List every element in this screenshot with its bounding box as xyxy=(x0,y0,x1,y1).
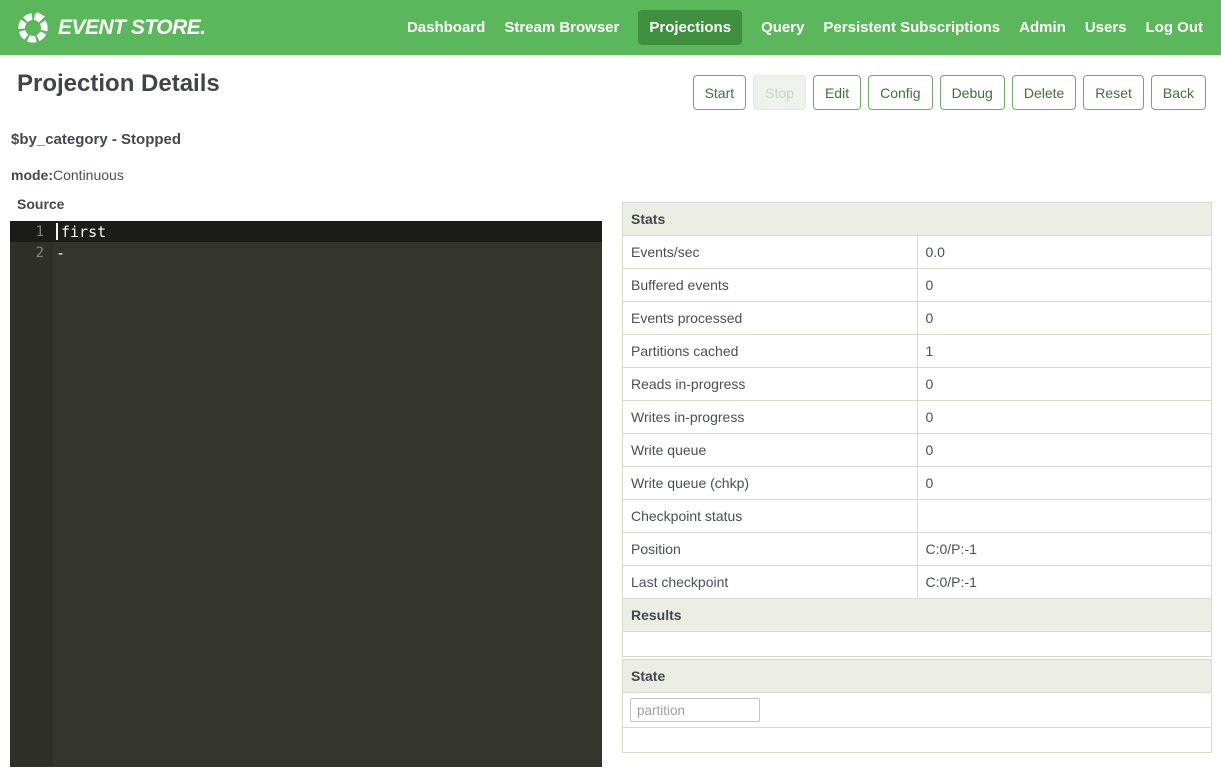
mode-label: mode: xyxy=(11,167,53,183)
stat-label: Position xyxy=(623,533,918,566)
nav-item-admin[interactable]: Admin xyxy=(1019,10,1066,45)
stat-value: 0 xyxy=(917,368,1212,401)
back-button[interactable]: Back xyxy=(1151,75,1206,110)
stat-value: 0 xyxy=(917,302,1212,335)
delete-button[interactable]: Delete xyxy=(1012,75,1076,110)
stats-table: Stats Events/sec 0.0 Buffered events 0 E… xyxy=(622,202,1212,657)
stat-value: 0 xyxy=(917,269,1212,302)
stat-value: 0.0 xyxy=(917,236,1212,269)
stat-value: 0 xyxy=(917,467,1212,500)
page-title: Projection Details xyxy=(17,70,220,98)
code-text: first xyxy=(58,223,106,241)
stat-value: C:0/P:-1 xyxy=(917,533,1212,566)
stat-value: 0 xyxy=(917,434,1212,467)
source-label: Source xyxy=(17,196,602,212)
mode-value: Continuous xyxy=(53,167,124,183)
stat-value xyxy=(917,500,1212,533)
logo-text: EVENT STORE. xyxy=(58,16,206,40)
table-row: Write queue 0 xyxy=(623,434,1212,467)
stat-label: Partitions cached xyxy=(623,335,918,368)
table-row: Events processed 0 xyxy=(623,302,1212,335)
line-number: 1 xyxy=(10,224,53,240)
editor-line: 1 first xyxy=(10,221,602,242)
edit-button[interactable]: Edit xyxy=(813,75,861,110)
stat-value: C:0/P:-1 xyxy=(917,566,1212,599)
main-nav: Dashboard Stream Browser Projections Que… xyxy=(407,10,1203,45)
top-nav-bar: EVENT STORE. Dashboard Stream Browser Pr… xyxy=(0,0,1221,55)
main-columns: Source 1 first 2 - Stats Events/sec xyxy=(10,196,1221,767)
stat-label: Checkpoint status xyxy=(623,500,918,533)
nav-item-log-out[interactable]: Log Out xyxy=(1146,10,1203,45)
start-button[interactable]: Start xyxy=(693,75,747,110)
debug-button[interactable]: Debug xyxy=(940,75,1005,110)
results-header: Results xyxy=(623,599,1212,632)
editor-line: 2 - xyxy=(10,242,602,263)
partition-input[interactable] xyxy=(630,698,760,722)
table-row: Reads in-progress 0 xyxy=(623,368,1212,401)
nav-item-query[interactable]: Query xyxy=(761,10,804,45)
stat-label: Reads in-progress xyxy=(623,368,918,401)
stat-label: Last checkpoint xyxy=(623,566,918,599)
nav-item-dashboard[interactable]: Dashboard xyxy=(407,10,485,45)
table-row: Writes in-progress 0 xyxy=(623,401,1212,434)
stat-label: Writes in-progress xyxy=(623,401,918,434)
event-store-logo: EVENT STORE. xyxy=(16,11,206,45)
nav-item-persistent-subscriptions[interactable]: Persistent Subscriptions xyxy=(823,10,1000,45)
state-input-row xyxy=(623,693,1212,728)
event-store-ring-arrow-icon xyxy=(16,11,50,45)
source-section: Source 1 first 2 - xyxy=(10,196,602,767)
table-row: Buffered events 0 xyxy=(623,269,1212,302)
stats-header: Stats xyxy=(623,203,1212,236)
table-row: Checkpoint status xyxy=(623,500,1212,533)
table-row: Partitions cached 1 xyxy=(623,335,1212,368)
table-row: Events/sec 0.0 xyxy=(623,236,1212,269)
table-row: Position C:0/P:-1 xyxy=(623,533,1212,566)
table-row: Last checkpoint C:0/P:-1 xyxy=(623,566,1212,599)
nav-item-stream-browser[interactable]: Stream Browser xyxy=(504,10,619,45)
reset-button[interactable]: Reset xyxy=(1083,75,1144,110)
title-row: Projection Details Start Stop Edit Confi… xyxy=(0,55,1221,110)
projection-toolbar: Start Stop Edit Config Debug Delete Rese… xyxy=(693,75,1206,110)
nav-item-projections[interactable]: Projections xyxy=(638,10,742,45)
stat-label: Events/sec xyxy=(623,236,918,269)
code-text: - xyxy=(53,244,65,262)
table-row: Write queue (chkp) 0 xyxy=(623,467,1212,500)
stat-label: Events processed xyxy=(623,302,918,335)
nav-item-users[interactable]: Users xyxy=(1085,10,1127,45)
stop-button[interactable]: Stop xyxy=(753,75,806,110)
state-header: State xyxy=(623,660,1212,693)
stat-label: Buffered events xyxy=(623,269,918,302)
code-editor[interactable]: 1 first 2 - xyxy=(10,221,602,767)
state-empty-row xyxy=(623,728,1212,753)
config-button[interactable]: Config xyxy=(868,75,932,110)
page-content: Projection Details Start Stop Edit Confi… xyxy=(0,55,1221,767)
mode-line: mode:Continuous xyxy=(11,167,1221,183)
results-empty-row xyxy=(623,632,1212,657)
stat-value: 0 xyxy=(917,401,1212,434)
stat-value: 1 xyxy=(917,335,1212,368)
stat-label: Write queue xyxy=(623,434,918,467)
projection-status-line: $by_category - Stopped xyxy=(11,131,1221,148)
editor-gutter xyxy=(10,221,53,767)
details-section: Stats Events/sec 0.0 Buffered events 0 E… xyxy=(622,202,1212,767)
line-number: 2 xyxy=(10,245,53,261)
state-table: State xyxy=(622,659,1212,753)
stat-label: Write queue (chkp) xyxy=(623,467,918,500)
